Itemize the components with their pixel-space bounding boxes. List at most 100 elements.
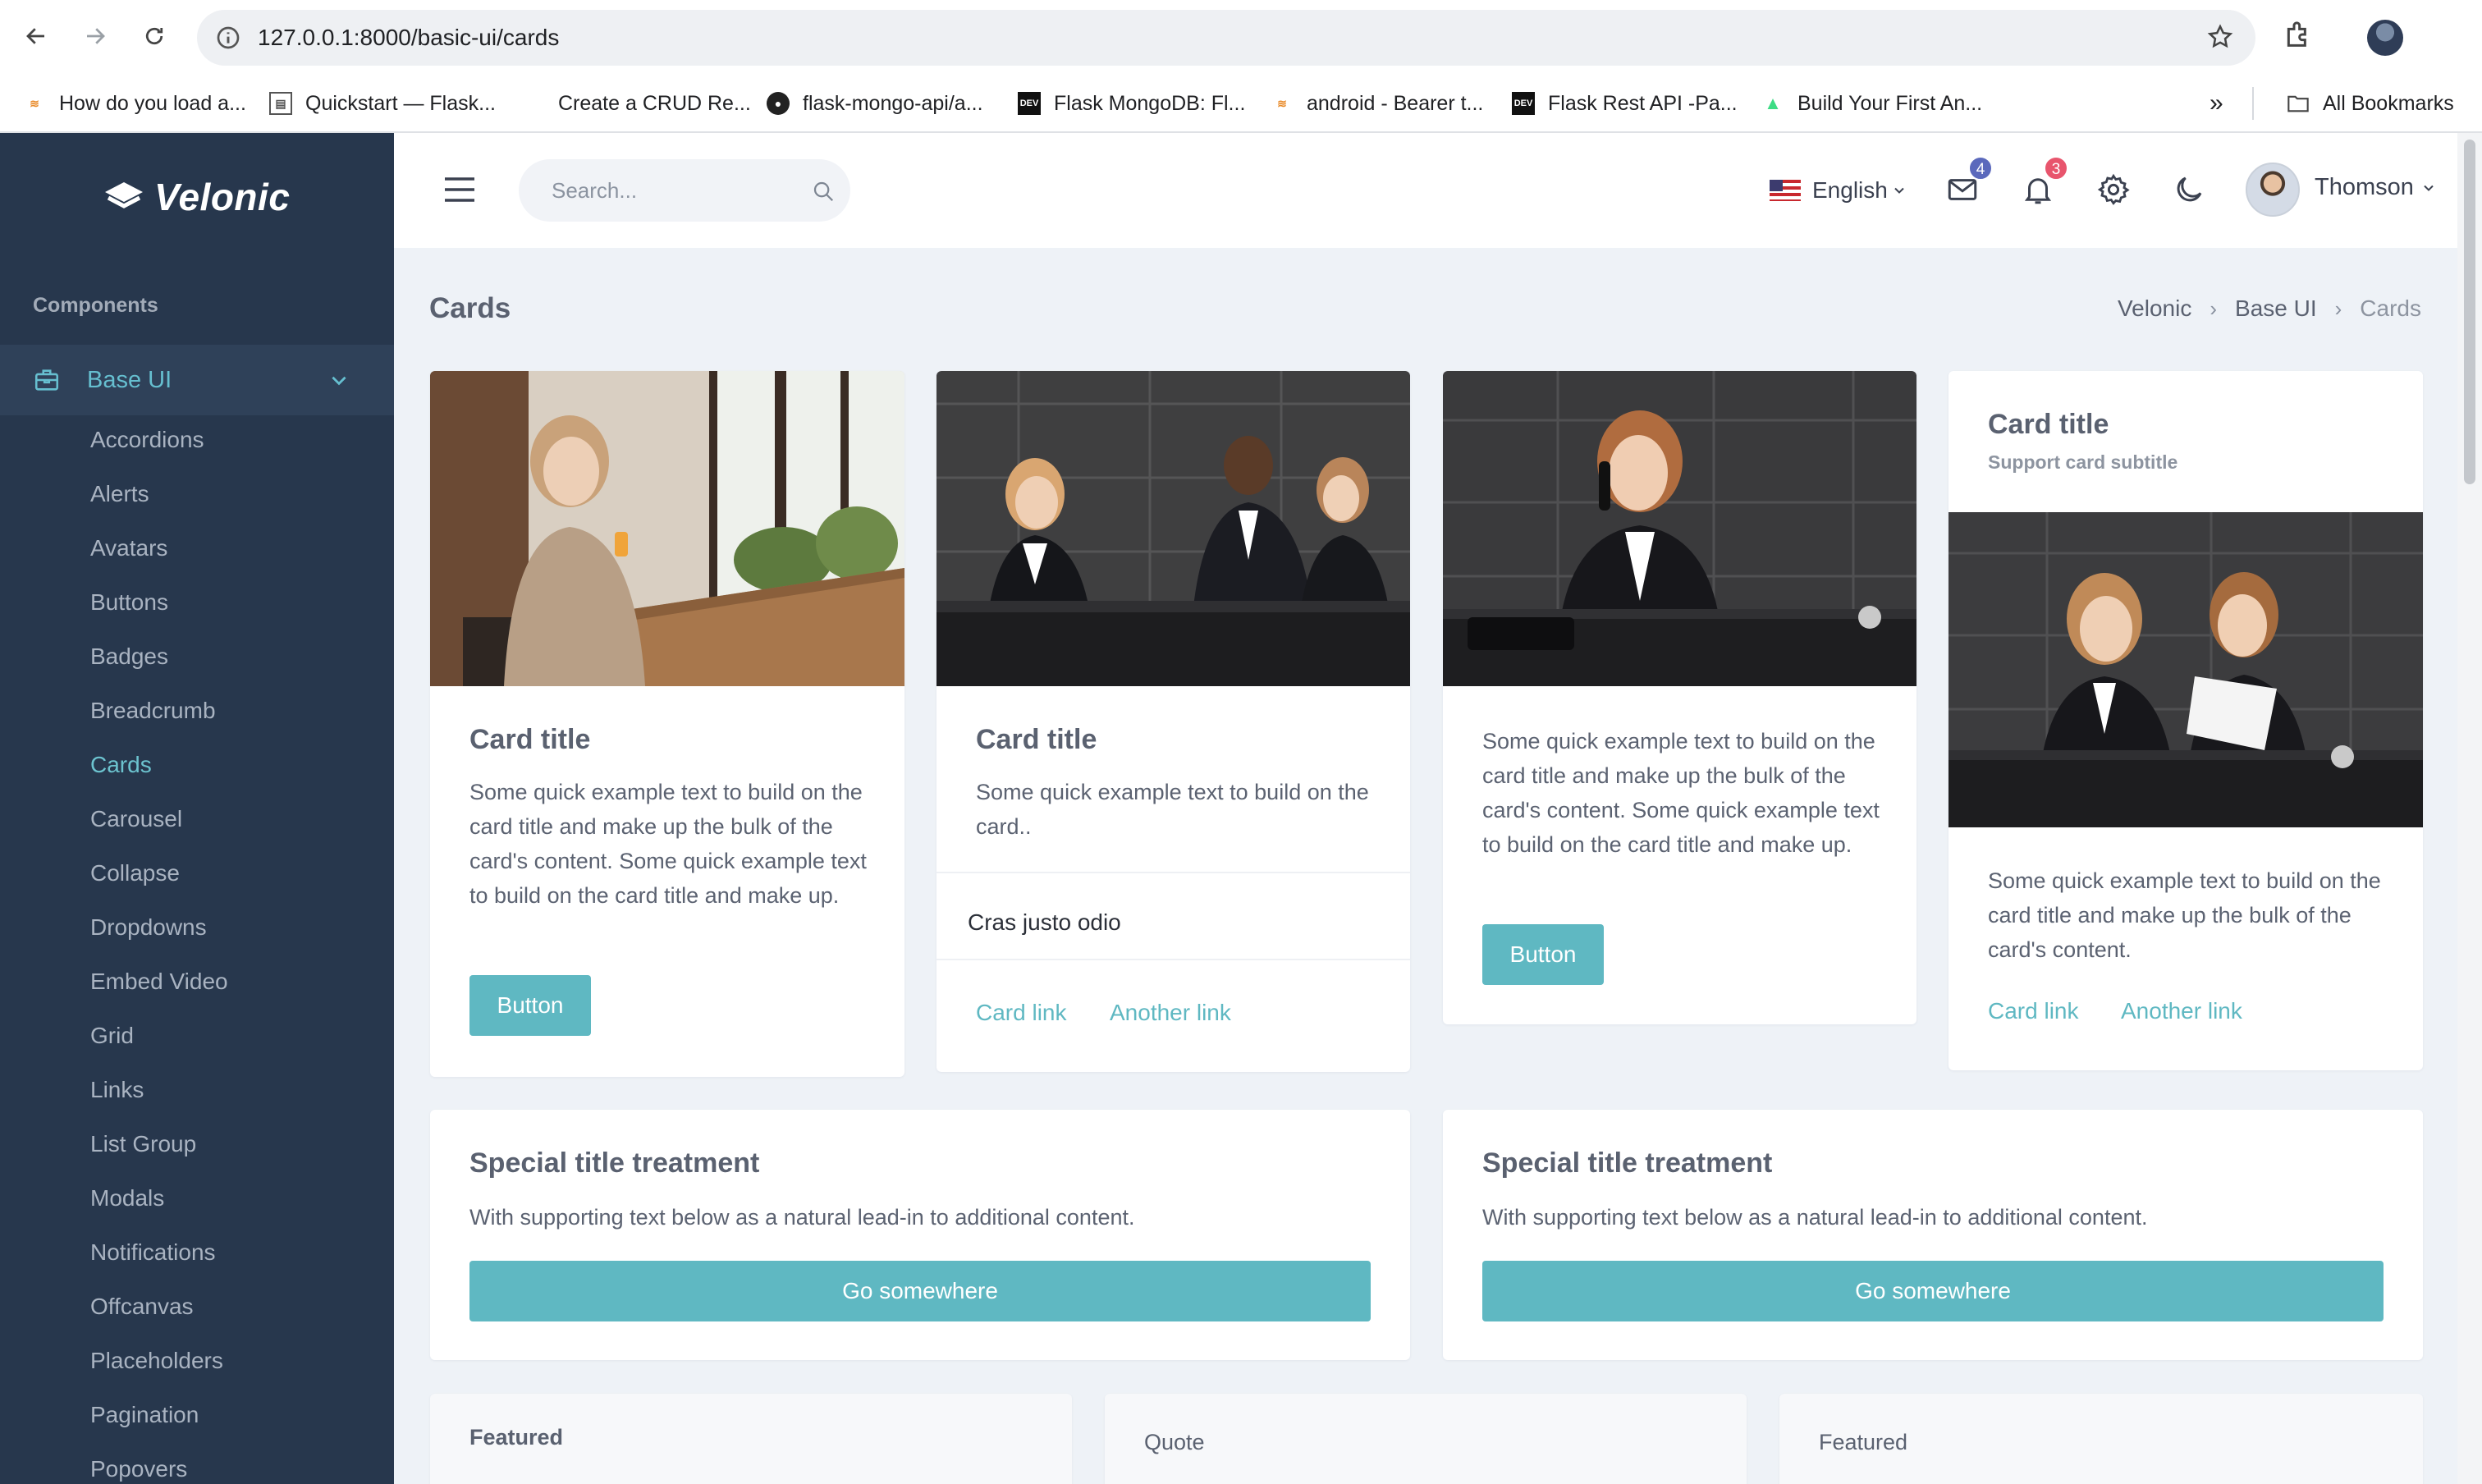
card-image	[430, 371, 904, 686]
dev-icon: DEV	[1512, 92, 1535, 115]
card-link[interactable]: Card link	[1988, 998, 2078, 1024]
card-button[interactable]: Button	[469, 975, 591, 1036]
sidebar-item-offcanvas[interactable]: Offcanvas	[90, 1294, 194, 1320]
bookmark-item[interactable]: ▤ Quickstart — Flask...	[269, 76, 496, 131]
notification-count-badge: 3	[2044, 156, 2068, 181]
more-bookmarks-icon[interactable]: »	[2210, 76, 2223, 131]
sidebar-item-accordions[interactable]: Accordions	[90, 427, 204, 453]
topbar: Search... English 4 3 Thomson	[394, 133, 2457, 248]
logo-layers-icon	[105, 182, 143, 208]
moon-icon[interactable]	[2172, 172, 2206, 211]
mail-icon[interactable]: 4	[1945, 156, 1993, 211]
bookmarks-divider	[2252, 87, 2254, 120]
card-button[interactable]: Button	[1482, 924, 1604, 985]
forward-icon[interactable]	[77, 18, 113, 54]
sidebar-item-pagination[interactable]: Pagination	[90, 1402, 199, 1428]
chevron-down-icon	[2424, 185, 2434, 191]
address-bar[interactable]: 127.0.0.1:8000/basic-ui/cards	[197, 10, 2255, 66]
card-title: Special title treatment	[469, 1147, 760, 1179]
brand-logo[interactable]: Velonic	[103, 172, 290, 222]
list-divider	[936, 959, 1410, 960]
sidebar-item-collapse[interactable]: Collapse	[90, 860, 180, 886]
sidebar-item-cards[interactable]: Cards	[90, 752, 152, 778]
card-header: Featured	[1819, 1430, 1908, 1454]
another-link[interactable]: Another link	[2121, 998, 2242, 1024]
go-somewhere-button[interactable]: Go somewhere	[469, 1261, 1371, 1321]
page-title: Cards	[429, 292, 511, 324]
extensions-icon[interactable]	[2282, 18, 2315, 55]
sidebar-item-buttons[interactable]: Buttons	[90, 589, 168, 616]
card-text: Some quick example text to build on the …	[1988, 868, 2381, 962]
language-label: English	[1812, 177, 1888, 203]
all-bookmarks[interactable]: All Bookmarks	[2287, 76, 2454, 131]
back-icon[interactable]	[18, 18, 54, 54]
sidebar-item-badges[interactable]: Badges	[90, 644, 168, 670]
sidebar-item-grid[interactable]: Grid	[90, 1023, 134, 1049]
blank-page-icon	[522, 92, 545, 115]
chevron-right-icon: ›	[2210, 295, 2218, 321]
bookmark-item[interactable]: Create a CRUD Re...	[522, 76, 751, 131]
bookmark-item[interactable]: DEV Flask Rest API -Pa...	[1512, 76, 1738, 131]
mail-count-badge: 4	[1968, 156, 1993, 181]
go-somewhere-button[interactable]: Go somewhere	[1482, 1261, 2384, 1321]
search-icon[interactable]	[811, 179, 836, 208]
user-menu[interactable]: Thomson	[2315, 174, 2437, 201]
bookmark-item[interactable]: ▲ Build Your First An...	[1761, 76, 1982, 131]
gear-icon[interactable]	[2096, 172, 2131, 211]
quote-card: Quote	[1105, 1394, 1747, 1484]
bookmark-item[interactable]: ● flask-mongo-api/a...	[767, 76, 983, 131]
card-header: Featured	[469, 1425, 564, 1450]
card-title: Card title	[469, 724, 591, 755]
sidebar-item-links[interactable]: Links	[90, 1077, 144, 1103]
language-selector[interactable]: English	[1770, 172, 1907, 208]
site-info-icon[interactable]	[215, 25, 241, 55]
sidebar-item-alerts[interactable]: Alerts	[90, 481, 149, 507]
card-link[interactable]: Card link	[976, 1000, 1066, 1026]
sidebar-item-carousel[interactable]: Carousel	[90, 806, 182, 832]
breadcrumb-item[interactable]: Base UI	[2235, 295, 2317, 322]
card-title: Card title	[976, 724, 1097, 755]
reload-icon[interactable]	[136, 18, 172, 54]
card-image	[1443, 371, 1916, 686]
sidebar-group-label: Base UI	[87, 366, 172, 393]
bookmark-item[interactable]: ≋ How do you load a...	[23, 76, 246, 131]
bell-icon[interactable]: 3	[2021, 156, 2068, 211]
card-image	[936, 371, 1410, 686]
brand-name: Velonic	[154, 176, 291, 218]
breadcrumb-current: Cards	[2360, 295, 2421, 321]
sidebar-item-modals[interactable]: Modals	[90, 1185, 164, 1211]
sidebar-item-popovers[interactable]: Popovers	[90, 1456, 187, 1482]
list-group-item: Cras justo odio	[968, 909, 1121, 935]
breadcrumb-item[interactable]: Velonic	[2118, 295, 2191, 322]
card-title: Special title treatment	[1482, 1147, 1773, 1179]
breadcrumb: Velonic › Base UI › Cards	[2118, 295, 2421, 322]
sidebar-item-placeholders[interactable]: Placeholders	[90, 1348, 223, 1374]
scrollbar-thumb[interactable]	[2464, 140, 2475, 484]
card-text: With supporting text below as a natural …	[469, 1205, 1135, 1230]
briefcase-icon	[33, 366, 61, 398]
user-avatar[interactable]	[2246, 163, 2300, 217]
sidebar-item-breadcrumb[interactable]: Breadcrumb	[90, 698, 216, 724]
featured-card: Featured	[430, 1394, 1072, 1484]
stackoverflow-icon: ≋	[30, 96, 39, 110]
scrollbar-track[interactable]	[2457, 133, 2482, 1484]
sidebar-item-avatars[interactable]: Avatars	[90, 535, 167, 561]
sidebar-item-notifications[interactable]: Notifications	[90, 1239, 216, 1266]
sidebar-section-title: Components	[33, 294, 158, 317]
browser-profile-avatar[interactable]	[2367, 20, 2403, 56]
sidebar-item-dropdowns[interactable]: Dropdowns	[90, 914, 207, 941]
card-text: Some quick example text to build on the …	[469, 780, 867, 908]
special-card: Special title treatment With supporting …	[1443, 1110, 2423, 1360]
list-divider	[936, 872, 1410, 873]
search-input[interactable]: Search...	[519, 159, 850, 222]
bookmark-item[interactable]: ≋ android - Bearer t...	[1271, 76, 1483, 131]
sidebar-item-list-group[interactable]: List Group	[90, 1131, 196, 1157]
bookmark-star-icon[interactable]	[2206, 23, 2234, 55]
another-link[interactable]: Another link	[1110, 1000, 1231, 1026]
bookmark-item[interactable]: DEV Flask MongoDB: Fl...	[1018, 76, 1245, 131]
sidebar-item-embed-video[interactable]: Embed Video	[90, 969, 228, 995]
sidebar-group-base-ui[interactable]: Base UI	[0, 345, 394, 415]
search-placeholder: Search...	[552, 178, 638, 203]
chevron-right-icon: ›	[2334, 295, 2342, 321]
menu-toggle-icon[interactable]	[443, 176, 476, 208]
